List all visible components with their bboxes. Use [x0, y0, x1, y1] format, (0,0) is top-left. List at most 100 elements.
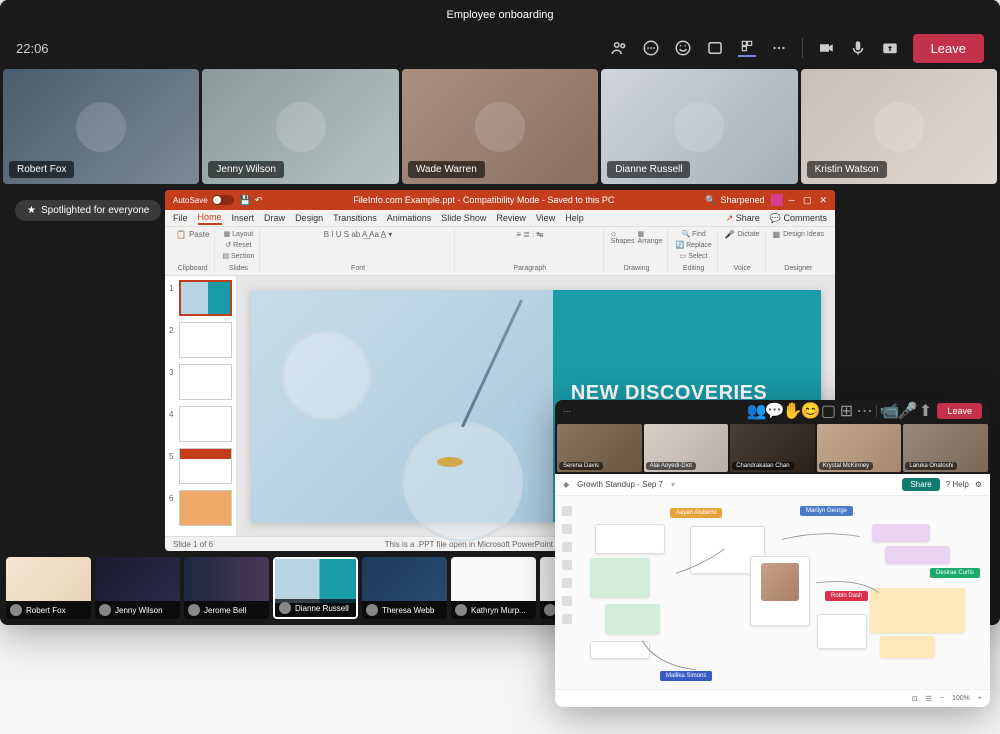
star-icon: ★	[27, 205, 36, 216]
tray-item[interactable]: Theresa Webb	[362, 557, 447, 619]
video-tile[interactable]: Alai Aoyedi-Diot	[644, 424, 729, 472]
pen-tool[interactable]	[562, 524, 572, 534]
people-icon[interactable]	[610, 39, 628, 57]
video-tile[interactable]: Jenny Wilson	[202, 69, 398, 184]
menu-view[interactable]: View	[536, 213, 555, 223]
menu-animations[interactable]: Animations	[387, 213, 432, 223]
meeting-toolbar: 22:06 Leave	[0, 30, 1000, 66]
chat-icon[interactable]: 💬	[768, 405, 780, 417]
video-tile[interactable]: Robert Fox	[3, 69, 199, 184]
note-tool[interactable]	[562, 578, 572, 588]
share-button[interactable]: Share	[902, 478, 939, 491]
share-icon[interactable]: ⬆	[919, 405, 931, 417]
tray-item[interactable]: Robert Fox	[6, 557, 91, 619]
undo-icon[interactable]: ↶	[255, 195, 263, 206]
video-tile[interactable]: Laruka Onatoshi	[903, 424, 988, 472]
tray-item[interactable]: Dianne Russell	[273, 557, 358, 619]
more-tool[interactable]	[562, 614, 572, 624]
people-icon[interactable]: 👥	[750, 405, 762, 417]
menu-review[interactable]: Review	[496, 213, 526, 223]
sticky-card[interactable]	[750, 556, 810, 626]
whiteboard-canvas[interactable]: Aayan Alsberht Marilyn George Robin Dash…	[555, 496, 990, 689]
user-tag: Marilyn George	[800, 506, 853, 516]
ppt-menubar: File Home Insert Draw Design Transitions…	[165, 210, 835, 227]
sticky-note[interactable]	[595, 524, 665, 554]
search-icon[interactable]: 🔍	[705, 195, 716, 206]
fit-icon[interactable]: ⊡	[912, 695, 918, 703]
sticky-note[interactable]	[590, 641, 650, 659]
shape-tool[interactable]	[562, 542, 572, 552]
menu-home[interactable]: Home	[198, 212, 222, 225]
video-tile[interactable]: Dianne Russell	[601, 69, 797, 184]
raise-hand-icon[interactable]: ✋	[786, 405, 798, 417]
leave-button[interactable]: Leave	[937, 403, 982, 419]
user-tag: Desirae Curtis	[930, 568, 980, 578]
participant-name: Jenny Wilson	[208, 161, 283, 178]
layers-icon[interactable]: ☰	[926, 695, 932, 703]
mic-icon[interactable]	[849, 39, 867, 57]
apps-icon[interactable]: ⊞	[840, 405, 852, 417]
sticky-note[interactable]	[817, 614, 867, 649]
zoom-level[interactable]: 100%	[952, 695, 970, 702]
menu-transitions[interactable]: Transitions	[333, 213, 377, 223]
text-tool[interactable]	[562, 560, 572, 570]
leave-button[interactable]: Leave	[913, 34, 984, 63]
video-tile[interactable]: Kristin Watson	[801, 69, 997, 184]
reactions-icon[interactable]	[674, 39, 692, 57]
reactions-icon[interactable]: 😊	[804, 405, 816, 417]
slide-thumb[interactable]: 6	[169, 490, 232, 526]
video-tile[interactable]: Wade Warren	[402, 69, 598, 184]
video-tile[interactable]: Krystal McKinney	[817, 424, 902, 472]
help-button[interactable]: ? Help	[946, 480, 969, 489]
tray-item[interactable]: Kathryn Murp...	[451, 557, 536, 619]
slide-thumb[interactable]: 2	[169, 322, 232, 358]
sticky-note[interactable]	[880, 636, 935, 658]
pointer-tool[interactable]	[562, 506, 572, 516]
rooms-icon[interactable]	[706, 39, 724, 57]
sticky-note[interactable]	[872, 524, 930, 542]
camera-icon[interactable]	[817, 39, 835, 57]
autosave-toggle[interactable]: AutoSave	[173, 195, 234, 205]
apps-icon[interactable]	[738, 39, 756, 57]
camera-icon[interactable]: 📹	[883, 405, 895, 417]
sticky-note[interactable]	[870, 588, 965, 633]
meeting-duration: 22:06	[16, 41, 49, 56]
chat-icon[interactable]	[642, 39, 660, 57]
tray-item[interactable]: Jerome Bell	[184, 557, 269, 619]
slide-thumb[interactable]: 4	[169, 406, 232, 442]
comments-button[interactable]: 💬 Comments	[770, 213, 827, 224]
tray-item[interactable]: Jenny Wilson	[95, 557, 180, 619]
menu-file[interactable]: File	[173, 213, 188, 223]
video-gallery: Robert Fox Jenny Wilson Wade Warren Dian…	[0, 66, 1000, 187]
rooms-icon[interactable]: ▢	[822, 405, 834, 417]
minimize-icon[interactable]: ─	[789, 195, 795, 206]
mic-icon[interactable]: 🎤	[901, 405, 913, 417]
sticky-note[interactable]	[605, 604, 660, 634]
menu-draw[interactable]: Draw	[264, 213, 285, 223]
slide-thumbnails[interactable]: 1 2 3 4 5 6	[165, 276, 237, 536]
zoom-out-icon[interactable]: −	[940, 695, 944, 702]
zoom-in-icon[interactable]: +	[978, 695, 982, 702]
menu-slideshow[interactable]: Slide Show	[441, 213, 486, 223]
save-icon[interactable]: 💾	[240, 195, 251, 206]
sticky-note[interactable]	[885, 546, 950, 564]
more-icon[interactable]: ⋯	[858, 405, 870, 417]
share-icon[interactable]	[881, 39, 899, 57]
slide-thumb[interactable]: 5	[169, 448, 232, 484]
slide-thumb[interactable]: 1	[169, 280, 232, 316]
video-tile[interactable]: Serena Davis	[557, 424, 642, 472]
video-tile[interactable]: Chandrakalan Chan	[730, 424, 815, 472]
user-avatar[interactable]	[771, 194, 783, 206]
slide-counter: Slide 1 of 6	[173, 540, 213, 549]
close-icon[interactable]: ✕	[819, 195, 827, 206]
sticky-note[interactable]	[590, 558, 650, 598]
settings-icon[interactable]: ⚙	[975, 480, 982, 489]
more-icon[interactable]	[770, 39, 788, 57]
slide-thumb[interactable]: 3	[169, 364, 232, 400]
share-button[interactable]: ↗ Share	[726, 213, 760, 224]
eraser-tool[interactable]	[562, 596, 572, 606]
maximize-icon[interactable]: ▢	[803, 195, 812, 206]
menu-help[interactable]: Help	[565, 213, 584, 223]
menu-insert[interactable]: Insert	[232, 213, 255, 223]
menu-design[interactable]: Design	[295, 213, 323, 223]
